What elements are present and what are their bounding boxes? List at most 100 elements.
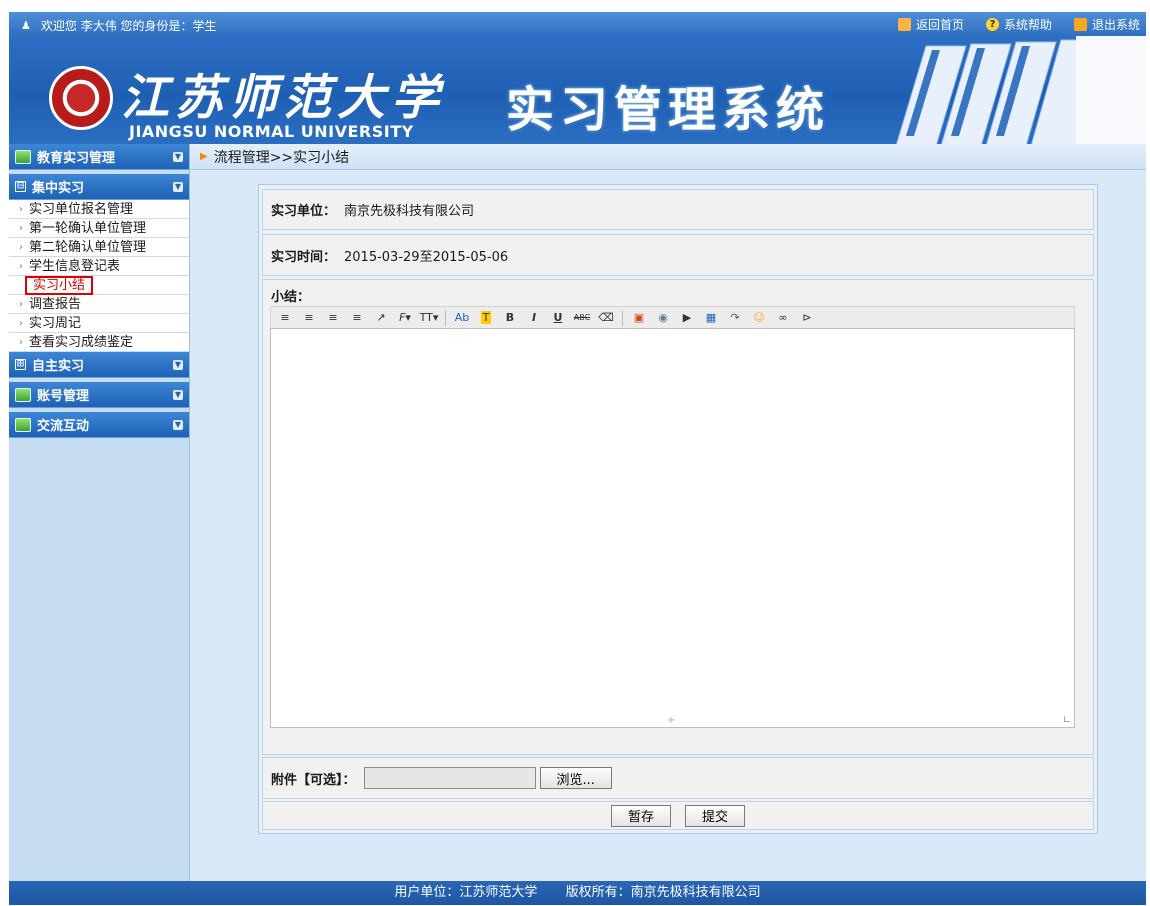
header-banner: 江苏师范大学 JIANGSU NORMAL UNIVERSITY 实习管理系统 — [9, 36, 1146, 144]
summary-editor[interactable]: ÷ ∟ — [270, 328, 1075, 728]
code-icon[interactable]: ↷ — [727, 310, 743, 326]
align-center-icon[interactable]: ≡ — [301, 310, 317, 326]
summary-form: 实习单位： 南京先极科技有限公司 实习时间： 2015-03-29至2015-0… — [258, 184, 1098, 834]
toolbar-separator — [622, 309, 623, 326]
highlight-icon[interactable]: T — [478, 310, 494, 326]
university-name-english: JIANGSU NORMAL UNIVERSITY — [129, 122, 414, 141]
welcome-text: 欢迎您 李大伟 您的身份是：学生 — [40, 19, 217, 33]
top-links: 返回首页 ? 系统帮助 退出系统 — [897, 16, 1140, 33]
logout-link[interactable]: 退出系统 — [1073, 16, 1140, 33]
attachment-file-input[interactable] — [363, 767, 536, 789]
sidebar-group-label: 交流互动 — [37, 419, 90, 434]
strikethrough-icon[interactable]: ABC — [574, 310, 590, 326]
sidebar-item-student-info[interactable]: › 学生信息登记表 — [9, 257, 189, 276]
cursor-icon[interactable]: ↗ — [373, 310, 389, 326]
user-icon: ♟ — [21, 19, 31, 32]
home-link-label: 返回首页 — [915, 18, 964, 32]
link-icon[interactable]: ∞ — [775, 310, 791, 326]
sidebar-group-independent[interactable]: ⊞ 自主实习 ▼ — [9, 352, 189, 378]
align-left-icon[interactable]: ≡ — [277, 310, 293, 326]
help-link[interactable]: ? 系统帮助 — [985, 16, 1052, 33]
unit-label: 实习单位： — [271, 204, 337, 219]
sidebar-item-first-round[interactable]: › 第一轮确认单位管理 — [9, 219, 189, 238]
sidebar-group-centralized[interactable]: ⊟ 集中实习 ▼ — [9, 174, 189, 200]
bullet-icon: › — [19, 203, 23, 215]
align-right-icon[interactable]: ≡ — [325, 310, 341, 326]
top-bar: ♟ 欢迎您 李大伟 您的身份是：学生 返回首页 ? 系统帮助 退出系统 — [9, 12, 1146, 36]
sidebar-item-unit-registration[interactable]: › 实习单位报名管理 — [9, 200, 189, 219]
resize-corner-icon[interactable]: ∟ — [1063, 715, 1071, 726]
sidebar-item-weekly-journal[interactable]: › 实习周记 — [9, 314, 189, 333]
sidebar-group-label: 集中实习 — [32, 181, 85, 196]
summary-row: 小结： ≡ ≡ ≡ ≡ ↗ F ▾ TT▾ Ab T B I U ABC ⌫ ▣ ◉ ▶ ▦ ↷ ☺ ∞ ⊳ ÷ ∟ — [262, 279, 1094, 755]
sidebar-item-label: 实习周记 — [29, 315, 82, 331]
welcome-area: ♟ 欢迎您 李大伟 您的身份是：学生 — [21, 17, 217, 34]
time-value: 2015-03-29至2015-05-06 — [344, 249, 509, 265]
summary-label: 小结： — [271, 290, 311, 305]
toolbar-separator — [445, 309, 446, 326]
sidebar-item-grade-review[interactable]: › 查看实习成绩鉴定 — [9, 333, 189, 352]
chevron-down-icon[interactable]: ▼ — [173, 152, 183, 162]
sidebar-item-label: 实习小结 — [25, 275, 94, 295]
home-link[interactable]: 返回首页 — [897, 16, 964, 33]
eraser-icon[interactable]: ⌫ — [598, 310, 614, 326]
home-icon — [897, 18, 911, 31]
font-color-icon[interactable]: Ab — [454, 310, 470, 326]
sidebar: 教育实习管理 ▼ ⊟ 集中实习 ▼ › 实习单位报名管理 › 第一轮确认单位管理 ›… — [9, 144, 190, 881]
bullet-icon: › — [19, 260, 23, 272]
bullet-icon: › — [19, 222, 23, 234]
chevron-down-icon[interactable]: ▼ — [173, 420, 183, 430]
footer-copyright: 版权所有：南京先极科技有限公司 — [565, 885, 761, 900]
emoticon-icon[interactable]: ☺ — [751, 310, 767, 326]
underline-icon[interactable]: U — [550, 310, 566, 326]
editor-toolbar: ≡ ≡ ≡ ≡ ↗ F ▾ TT▾ Ab T B I U ABC ⌫ ▣ ◉ ▶ ▦ ↷ ☺ ∞ ⊳ — [270, 306, 1075, 328]
attachment-row: 附件【可选】： 浏览... — [262, 757, 1094, 799]
unlink-icon[interactable]: ⊳ — [799, 310, 815, 326]
bullet-icon: › — [19, 317, 23, 329]
browse-button[interactable]: 浏览... — [539, 767, 612, 789]
font-family-icon[interactable]: F ▾ — [397, 310, 413, 326]
save-draft-button[interactable]: 暂存 — [610, 804, 671, 827]
sidebar-group-label: 账号管理 — [37, 389, 90, 404]
sidebar-item-label: 第一轮确认单位管理 — [29, 220, 147, 236]
sidebar-item-second-round[interactable]: › 第二轮确认单位管理 — [9, 238, 189, 257]
resize-grip-icon[interactable]: ÷ — [667, 715, 675, 726]
logout-icon — [1073, 18, 1087, 31]
footer-unit: 用户单位：江苏师范大学 — [394, 885, 538, 900]
sidebar-item-survey-report[interactable]: › 调查报告 — [9, 295, 189, 314]
sidebar-group-label: 自主实习 — [32, 359, 85, 374]
sidebar-item-label: 查看实习成绩鉴定 — [29, 334, 134, 350]
footer: 用户单位：江苏师范大学 版权所有：南京先极科技有限公司 — [9, 881, 1146, 905]
sidebar-item-label: 调查报告 — [29, 296, 82, 312]
unit-value: 南京先极科技有限公司 — [344, 204, 475, 219]
arrow-right-icon: ▶ — [200, 151, 208, 162]
image-icon[interactable]: ▣ — [631, 310, 647, 326]
table-icon[interactable]: ▦ — [703, 310, 719, 326]
logout-link-label: 退出系统 — [1091, 18, 1140, 32]
bullet-icon: › — [19, 336, 23, 348]
chevron-down-icon[interactable]: ▼ — [173, 360, 183, 370]
sidebar-item-label: 实习单位报名管理 — [29, 201, 134, 217]
action-row: 暂存 提交 — [262, 801, 1094, 830]
sidebar-group-account[interactable]: 账号管理 ▼ — [9, 382, 189, 408]
media-icon[interactable]: ▶ — [679, 310, 695, 326]
flash-icon[interactable]: ◉ — [655, 310, 671, 326]
submit-button[interactable]: 提交 — [685, 804, 746, 827]
help-icon: ? — [985, 18, 999, 31]
system-title: 实习管理系统 — [506, 82, 831, 138]
chevron-down-icon[interactable]: ▼ — [173, 182, 183, 192]
university-name: 江苏师范大学 — [121, 70, 446, 126]
align-justify-icon[interactable]: ≡ — [349, 310, 365, 326]
main-content: 实习单位： 南京先极科技有限公司 实习时间： 2015-03-29至2015-0… — [190, 170, 1146, 881]
sidebar-item-internship-summary[interactable]: 实习小结 — [9, 275, 189, 295]
sidebar-group-education[interactable]: 教育实习管理 ▼ — [9, 144, 189, 170]
italic-icon[interactable]: I — [526, 310, 542, 326]
breadcrumb: ▶ 流程管理>>实习小结 — [190, 144, 1146, 170]
university-seal-logo — [49, 66, 113, 130]
chevron-down-icon[interactable]: ▼ — [173, 390, 183, 400]
time-row: 实习时间： 2015-03-29至2015-05-06 — [262, 234, 1094, 276]
sidebar-sublist: › 实习单位报名管理 › 第一轮确认单位管理 › 第二轮确认单位管理 › 学生信息登记表… — [9, 200, 189, 352]
font-size-icon[interactable]: TT▾ — [420, 310, 439, 326]
bold-icon[interactable]: B — [502, 310, 518, 326]
sidebar-group-communication[interactable]: 交流互动 ▼ — [9, 412, 189, 438]
